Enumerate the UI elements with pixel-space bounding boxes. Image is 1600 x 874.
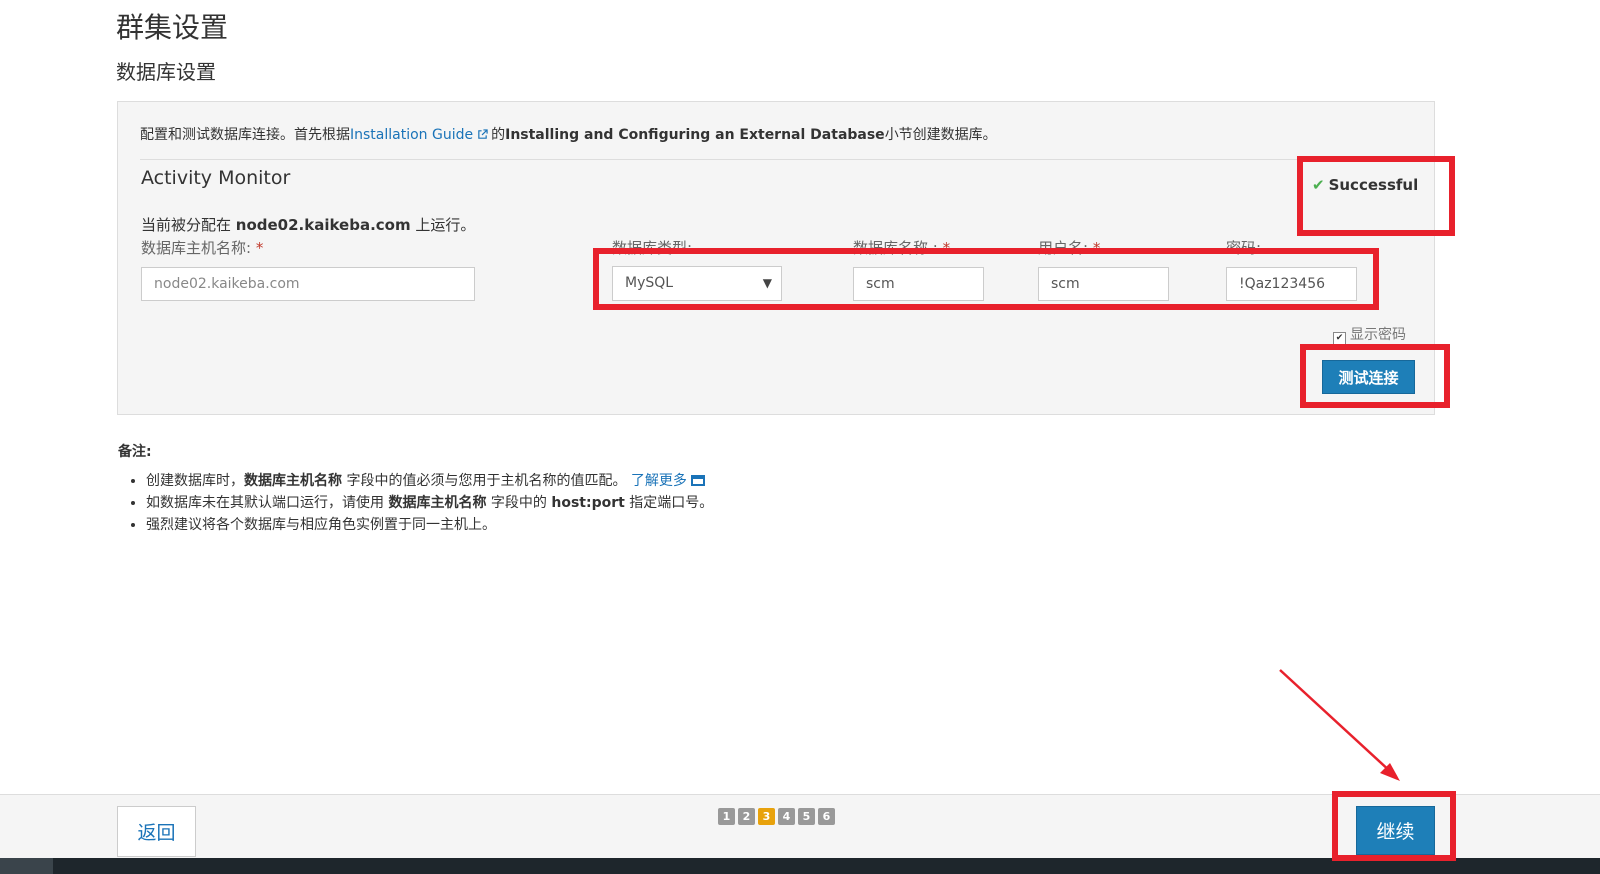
note2-bold2: host:port: [551, 495, 625, 511]
test-status: ✔ Successful: [1312, 176, 1418, 194]
panel-intro: 配置和测试数据库连接。首先根据Installation Guide 的Instal…: [140, 124, 997, 144]
step-indicator: 1 2 3 4 5 6: [718, 808, 835, 825]
db-name-input[interactable]: [853, 267, 984, 301]
step-4: 4: [778, 808, 795, 825]
step-1: 1: [718, 808, 735, 825]
check-icon: ✔: [1312, 176, 1325, 194]
intro-suffix: 小节创建数据库。: [884, 127, 997, 143]
note1-mid: 字段中的值必须与您用于主机名称的值匹配。: [342, 473, 631, 489]
checkbox-checked-icon[interactable]: ✔: [1333, 332, 1346, 345]
taskbar: [0, 858, 1600, 874]
intro-prefix: 配置和测试数据库连接。首先根据: [140, 127, 350, 143]
assigned-prefix: 当前被分配在: [141, 216, 236, 234]
taskbar-start: [0, 858, 53, 874]
step-3-active: 3: [758, 808, 775, 825]
db-name-label-text: 数据库名称 :: [853, 239, 938, 257]
db-type-value: MySQL: [625, 275, 674, 291]
show-password-label: 显示密码: [1350, 327, 1406, 343]
required-mark: *: [1092, 239, 1101, 257]
notes-item: 创建数据库时，数据库主机名称 字段中的值必须与您用于主机名称的值匹配。 了解更多: [146, 470, 713, 492]
note3-text: 强烈建议将各个数据库与相应角色实例置于同一主机上。: [146, 517, 496, 533]
external-link-icon: [478, 129, 488, 139]
step-2: 2: [738, 808, 755, 825]
assigned-host: node02.kaikeba.com: [235, 216, 411, 234]
intro-bold: Installing and Configuring an External D…: [505, 127, 885, 143]
username-input[interactable]: [1038, 267, 1169, 301]
note2-prefix: 如数据库未在其默认端口运行，请使用: [146, 495, 389, 511]
caret-down-icon: ▼: [762, 276, 772, 290]
required-mark: *: [942, 239, 951, 257]
username-label-text: 用户名:: [1038, 239, 1089, 257]
test-connection-button[interactable]: 测试连接: [1322, 360, 1415, 394]
note1-prefix: 创建数据库时，: [146, 473, 244, 489]
window-icon[interactable]: [690, 475, 705, 486]
note1-bold: 数据库主机名称: [244, 473, 342, 489]
password-input[interactable]: [1226, 267, 1357, 301]
service-name: Activity Monitor: [141, 167, 291, 189]
username-label: 用户名: *: [1038, 237, 1100, 258]
db-host-label-text: 数据库主机名称:: [141, 239, 252, 257]
continue-button[interactable]: 继续: [1356, 806, 1435, 855]
database-settings-panel: [117, 101, 1435, 415]
page-title: 群集设置: [116, 11, 229, 44]
notes-title: 备注:: [118, 444, 152, 460]
note2-bold: 数据库主机名称: [388, 495, 487, 511]
status-text: Successful: [1328, 176, 1419, 194]
installation-guide-link[interactable]: Installation Guide: [350, 127, 473, 143]
step-5: 5: [798, 808, 815, 825]
db-host-label: 数据库主机名称: *: [141, 237, 263, 258]
note2-mid: 字段中的: [486, 495, 552, 511]
show-password-toggle[interactable]: ✔ 显示密码: [1333, 324, 1406, 345]
panel-divider: [140, 159, 1410, 160]
step-6: 6: [818, 808, 835, 825]
note2-suffix: 指定端口号。: [624, 495, 714, 511]
learn-more-link[interactable]: 了解更多: [631, 473, 687, 489]
db-type-label: 数据库类型:: [612, 239, 693, 257]
db-name-label: 数据库名称 : *: [853, 237, 950, 258]
notes-item: 强烈建议将各个数据库与相应角色实例置于同一主机上。: [146, 514, 713, 536]
intro-mid: 的: [491, 127, 506, 143]
assigned-host-text: 当前被分配在 node02.kaikeba.com 上运行。: [141, 214, 475, 235]
db-type-select[interactable]: MySQL ▼: [612, 266, 782, 301]
required-mark: *: [255, 239, 264, 257]
back-button[interactable]: 返回: [117, 806, 196, 857]
password-label: 密码:: [1226, 239, 1262, 257]
notes-list: 创建数据库时，数据库主机名称 字段中的值必须与您用于主机名称的值匹配。 了解更多…: [126, 470, 713, 536]
notes-item: 如数据库未在其默认端口运行，请使用 数据库主机名称 字段中的 host:port…: [146, 492, 713, 514]
section-title: 数据库设置: [116, 60, 216, 84]
assigned-suffix: 上运行。: [410, 216, 476, 234]
db-host-input[interactable]: [141, 267, 475, 301]
